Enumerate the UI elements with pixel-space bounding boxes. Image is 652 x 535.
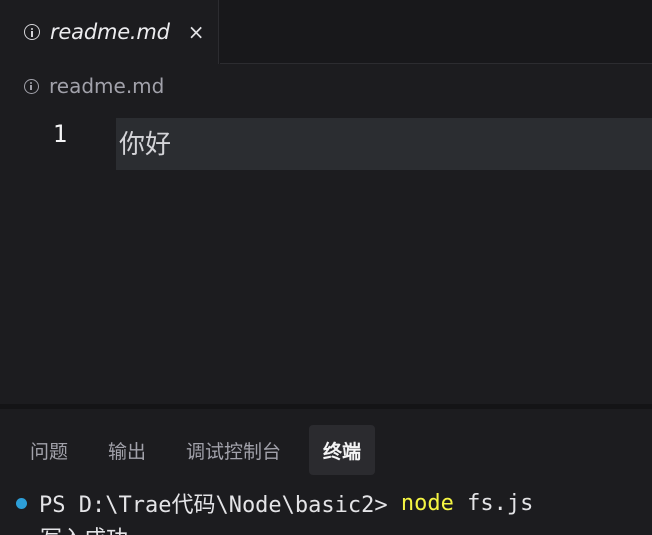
tab-bar-empty-area: [220, 0, 652, 64]
tab-bar: readme.md ×: [0, 0, 652, 64]
line-number: 1: [52, 120, 68, 148]
terminal-command-line[interactable]: PS D:\Trae代码\Node\basic2> node fs.js: [16, 487, 533, 519]
tab-terminal[interactable]: 终端: [309, 425, 376, 475]
code-editor[interactable]: 1 你好: [0, 108, 652, 403]
tab-readme[interactable]: readme.md ×: [0, 0, 219, 64]
terminal-output: 写入成功: [40, 521, 128, 535]
breadcrumb-label[interactable]: readme.md: [49, 74, 164, 98]
tab-output[interactable]: 输出: [96, 425, 158, 475]
current-line-highlight: [116, 118, 652, 170]
editor-window: readme.md × readme.md 1 你好 问题 输出 调试控制台 终…: [0, 0, 652, 535]
line-text[interactable]: 你好: [119, 124, 171, 161]
command-status-dot-icon[interactable]: [16, 497, 27, 509]
breadcrumb[interactable]: readme.md: [24, 72, 164, 100]
tab-label: readme.md: [50, 20, 170, 44]
terminal-command: node: [400, 490, 454, 516]
bottom-panel: 问题 输出 调试控制台 终端 PS D:\Trae代码\Node\basic2>…: [0, 409, 652, 535]
tab-debug-console[interactable]: 调试控制台: [174, 425, 293, 475]
terminal-args: fs.js: [453, 490, 534, 516]
info-icon: [24, 78, 39, 94]
close-icon[interactable]: ×: [188, 20, 205, 44]
terminal-prompt: PS D:\Trae代码\Node\basic2>: [39, 493, 401, 518]
tab-problems[interactable]: 问题: [18, 425, 80, 475]
panel-tabs: 问题 输出 调试控制台 终端: [18, 425, 391, 475]
info-icon: [24, 24, 40, 40]
